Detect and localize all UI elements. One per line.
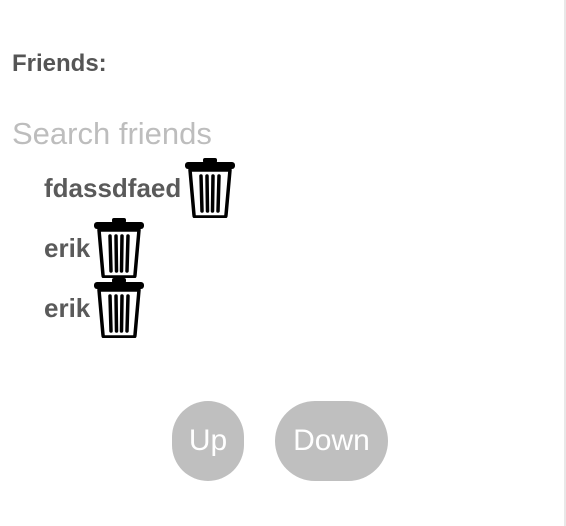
friend-list-item: erik: [44, 218, 239, 278]
friends-heading: Friends:: [12, 50, 107, 77]
trash-can-icon[interactable]: [181, 158, 239, 218]
friend-list: fdassdfaed erik erik: [44, 158, 239, 338]
friend-name: erik: [44, 233, 91, 263]
friends-panel: Friends: fdassdfaed erik: [0, 0, 566, 526]
down-button[interactable]: Down: [275, 401, 388, 481]
friend-list-item: fdassdfaed: [44, 158, 239, 218]
trash-can-icon[interactable]: [90, 278, 148, 338]
search-friends-input[interactable]: [12, 114, 412, 154]
friend-list-item: erik: [44, 278, 239, 338]
trash-can-icon[interactable]: [90, 218, 148, 278]
friend-name: fdassdfaed: [44, 173, 182, 203]
friend-name: erik: [44, 293, 91, 323]
up-button[interactable]: Up: [172, 401, 244, 481]
